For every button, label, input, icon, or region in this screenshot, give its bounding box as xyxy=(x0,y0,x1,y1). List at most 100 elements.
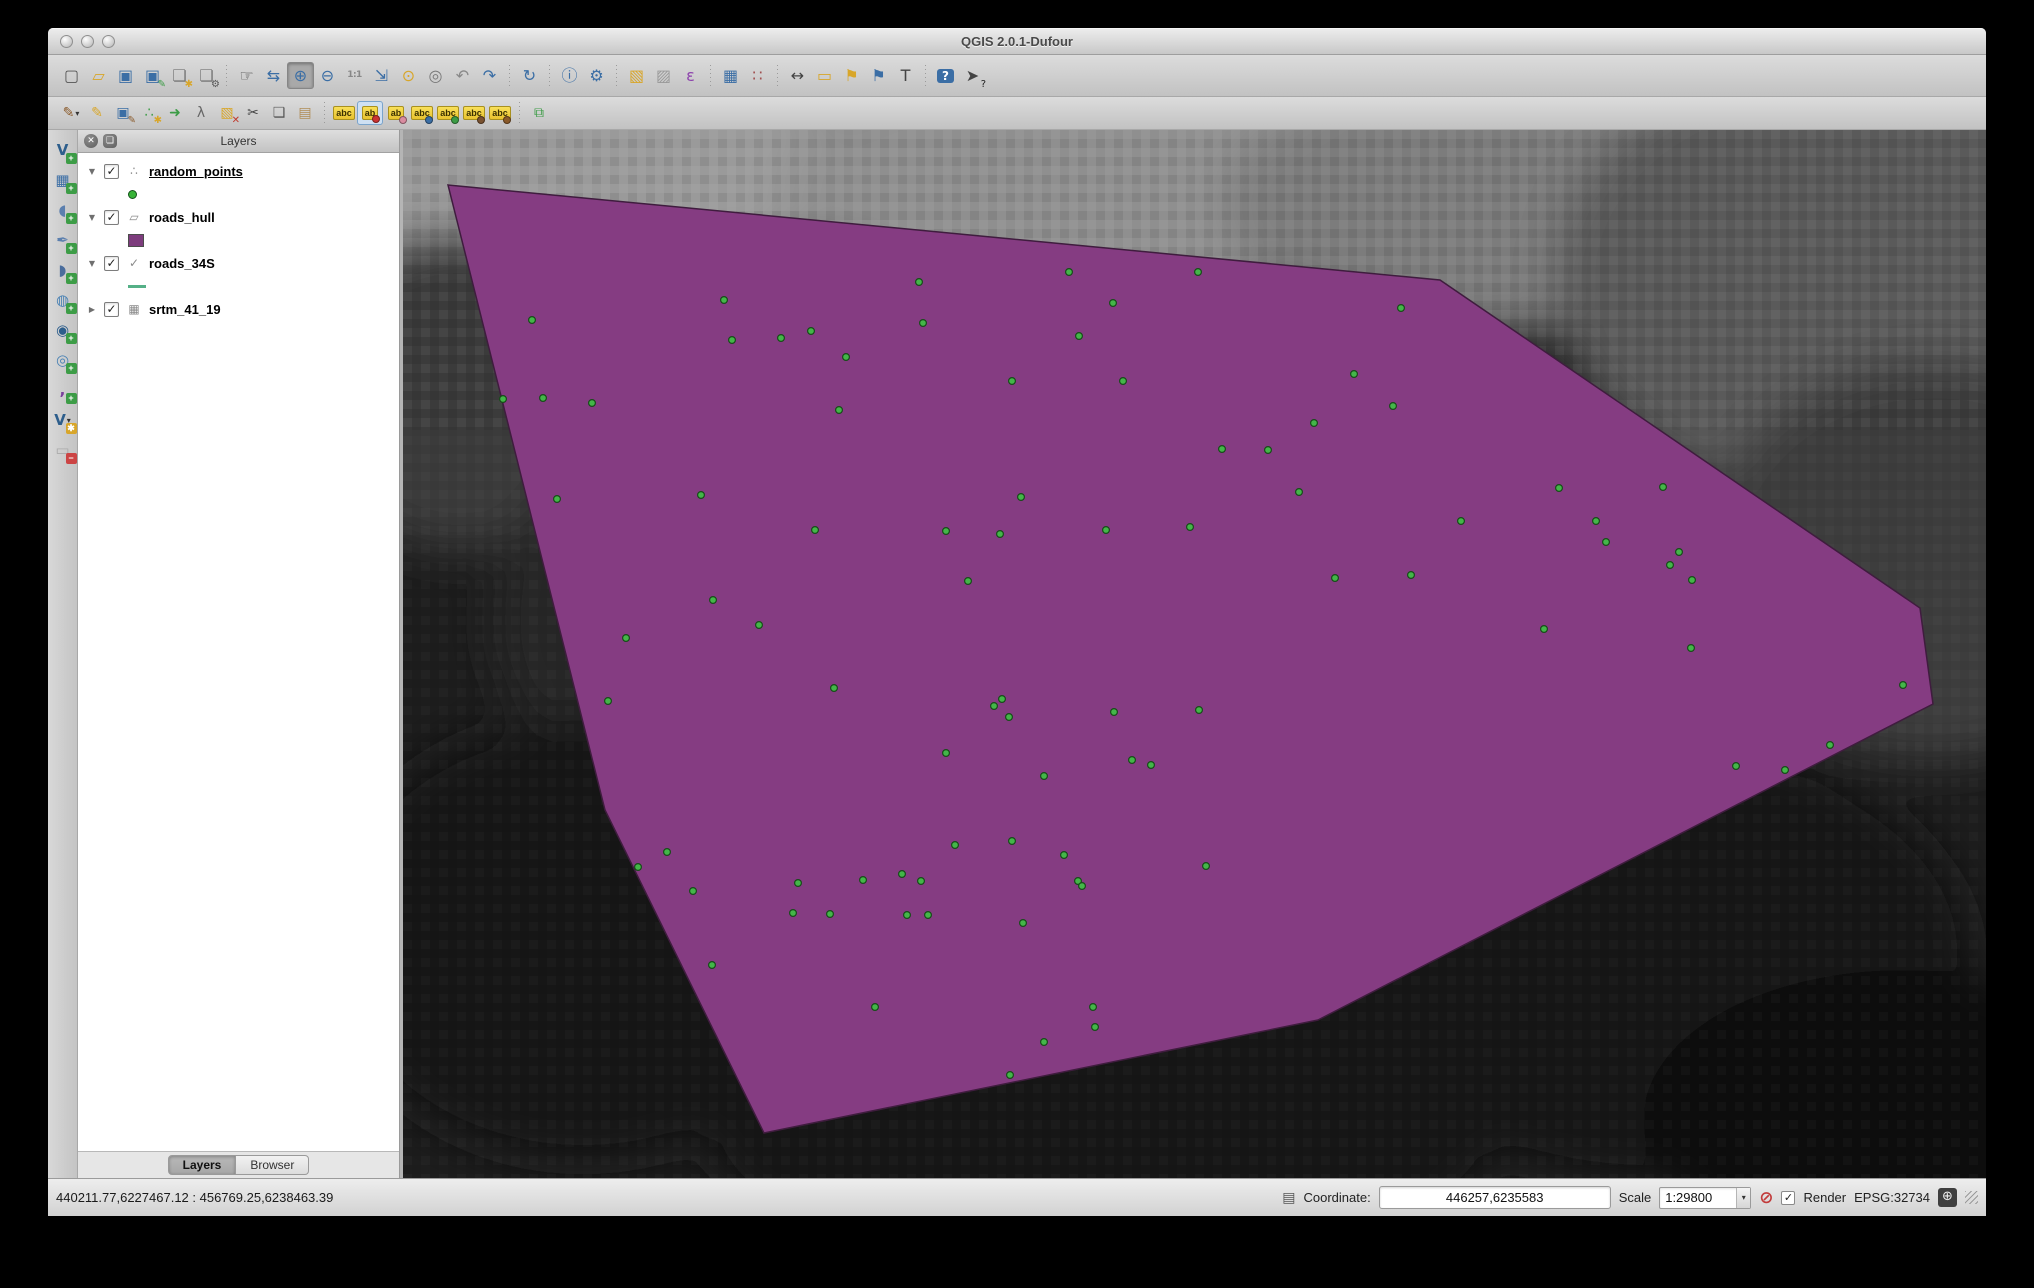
scale-combo[interactable]: 1:29800 ▾ xyxy=(1659,1187,1751,1209)
add-postgis-layer-icon[interactable]: ◖+ xyxy=(50,198,76,223)
save-project-icon[interactable]: ▣ xyxy=(112,62,139,89)
save-project-as-icon[interactable]: ▣✎ xyxy=(139,62,166,89)
delete-selected-icon[interactable]: ▧✕ xyxy=(214,101,240,125)
paste-features-icon[interactable]: ▤ xyxy=(292,101,318,125)
zoom-to-layer-icon[interactable]: ◎ xyxy=(422,62,449,89)
layers-panel-header[interactable]: ✕ ❏ Layers xyxy=(78,130,399,153)
field-calculator-icon[interactable]: ∷ xyxy=(744,62,771,89)
select-by-expression-icon[interactable]: ε xyxy=(677,62,704,89)
map-canvas[interactable] xyxy=(403,130,1986,1178)
new-composer-icon[interactable]: ❏✱ xyxy=(166,62,193,89)
zoom-last-icon[interactable]: ↶ xyxy=(449,62,476,89)
current-edits-icon[interactable]: ✎▾ xyxy=(58,101,84,125)
rotate-label-icon[interactable]: abc xyxy=(461,101,487,125)
zoom-out-icon[interactable]: ⊖ xyxy=(314,62,341,89)
zoom-native-icon[interactable]: 1:1 xyxy=(341,62,368,89)
close-panel-icon[interactable]: ✕ xyxy=(84,134,98,148)
pin-labels-icon[interactable]: ab xyxy=(357,101,383,125)
layer-row-srtm_41_19[interactable]: ▶✓▦srtm_41_19 xyxy=(78,297,399,321)
legend-symbol-fill xyxy=(128,234,144,247)
layer-label[interactable]: roads_hull xyxy=(149,210,215,225)
add-spatialite-layer-icon[interactable]: ✒+ xyxy=(50,228,76,253)
random-point xyxy=(1265,447,1272,454)
float-panel-icon[interactable]: ❏ xyxy=(103,134,117,148)
layer-row-roads_hull[interactable]: ▼✓▱roads_hull xyxy=(78,205,399,229)
add-wms-layer-icon[interactable]: ◍+ xyxy=(50,288,76,313)
extents-toggle-icon[interactable]: ▤ xyxy=(1282,1190,1295,1206)
random-point xyxy=(943,528,950,535)
zoom-next-icon[interactable]: ↷ xyxy=(476,62,503,89)
move-label-icon[interactable]: abc xyxy=(435,101,461,125)
composer-manager-icon[interactable]: ❏⚙ xyxy=(193,62,220,89)
coordinate-input[interactable] xyxy=(1379,1186,1611,1209)
new-bookmark-icon[interactable]: ⚑ xyxy=(838,62,865,89)
collapse-icon[interactable]: ▼ xyxy=(86,167,98,176)
add-wfs-layer-icon[interactable]: ◎+ xyxy=(50,348,76,373)
layer-row-random_points[interactable]: ▼✓∴random_points xyxy=(78,159,399,183)
add-vector-layer-icon[interactable]: V+ xyxy=(50,138,76,163)
text-annotation-icon[interactable]: T xyxy=(892,62,919,89)
collapse-icon[interactable]: ▼ xyxy=(86,213,98,222)
remove-layer-icon[interactable]: ▭− xyxy=(50,438,76,463)
add-raster-layer-icon[interactable]: ▦+ xyxy=(50,168,76,193)
panel-tab-layers[interactable]: Layers xyxy=(168,1155,237,1175)
refresh-map-icon[interactable]: ↻ xyxy=(516,62,543,89)
random-point xyxy=(1018,494,1025,501)
whats-this-icon[interactable]: ➤? xyxy=(959,62,986,89)
map-svg[interactable] xyxy=(403,130,1986,1178)
help-contents-icon[interactable]: ? xyxy=(932,62,959,89)
processing-plugin-icon[interactable]: ⧉ xyxy=(526,101,552,125)
show-bookmarks-icon[interactable]: ⚑ xyxy=(865,62,892,89)
highlight-pinned-labels-icon[interactable]: ab xyxy=(383,101,409,125)
save-layer-edits-icon[interactable]: ▣✎ xyxy=(110,101,136,125)
pan-map-icon[interactable]: ☞ xyxy=(233,62,260,89)
window-title: QGIS 2.0.1-Dufour xyxy=(48,29,1986,55)
show-hide-labels-icon[interactable]: abc xyxy=(409,101,435,125)
layer-row-roads_34S[interactable]: ▼✓✓roads_34S xyxy=(78,251,399,275)
zoom-to-selection-icon[interactable]: ⊙ xyxy=(395,62,422,89)
add-wcs-layer-icon[interactable]: ◉+ xyxy=(50,318,76,343)
toggle-editing-icon[interactable]: ✎ xyxy=(84,101,110,125)
zoom-in-icon[interactable]: ⊕ xyxy=(287,62,314,89)
title-bar[interactable]: QGIS 2.0.1-Dufour xyxy=(48,28,1986,55)
crs-status-icon[interactable]: ⊕ xyxy=(1938,1188,1957,1207)
measure-line-icon[interactable]: ↔ xyxy=(784,62,811,89)
map-tips-icon[interactable]: ▭ xyxy=(811,62,838,89)
panel-tab-browser[interactable]: Browser xyxy=(236,1155,309,1175)
layer-visibility-checkbox[interactable]: ✓ xyxy=(104,302,119,317)
pan-to-selection-icon[interactable]: ⇆ xyxy=(260,62,287,89)
stop-render-icon[interactable]: ⊘ xyxy=(1759,1188,1773,1208)
cut-features-icon[interactable]: ✂ xyxy=(240,101,266,125)
node-tool-icon[interactable]: λ xyxy=(188,101,214,125)
open-attribute-table-icon[interactable]: ▦ xyxy=(717,62,744,89)
change-label-icon[interactable]: abc xyxy=(487,101,513,125)
add-mssql-layer-icon[interactable]: ◗+ xyxy=(50,258,76,283)
move-feature-icon[interactable]: ➜ xyxy=(162,101,188,125)
scale-dropdown-icon[interactable]: ▾ xyxy=(1736,1188,1750,1208)
coordinate-label: Coordinate: xyxy=(1303,1190,1370,1205)
layer-label[interactable]: roads_34S xyxy=(149,256,215,271)
labeling-icon[interactable]: abc xyxy=(331,101,357,125)
layer-label[interactable]: srtm_41_19 xyxy=(149,302,221,317)
copy-features-icon[interactable]: ❏ xyxy=(266,101,292,125)
layer-label[interactable]: random_points xyxy=(149,164,243,179)
deselect-features-icon[interactable]: ▨ xyxy=(650,62,677,89)
layer-visibility-checkbox[interactable]: ✓ xyxy=(104,210,119,225)
layer-visibility-checkbox[interactable]: ✓ xyxy=(104,256,119,271)
identify-features-icon[interactable]: ⓘ xyxy=(556,62,583,89)
layer-visibility-checkbox[interactable]: ✓ xyxy=(104,164,119,179)
expand-icon[interactable]: ▶ xyxy=(86,305,98,314)
zoom-full-icon[interactable]: ⇲ xyxy=(368,62,395,89)
collapse-icon[interactable]: ▼ xyxy=(86,259,98,268)
main-toolbar: ▢▱▣▣✎❏✱❏⚙☞⇆⊕⊖1:1⇲⊙◎↶↷↻ⓘ⚙▧▨ε▦∷↔▭⚑⚑T?➤? xyxy=(48,55,1986,97)
new-project-icon[interactable]: ▢ xyxy=(58,62,85,89)
resize-grip[interactable] xyxy=(1965,1191,1978,1204)
add-feature-icon[interactable]: ∴✱ xyxy=(136,101,162,125)
run-feature-action-icon[interactable]: ⚙ xyxy=(583,62,610,89)
new-shapefile-layer-icon[interactable]: V✱▾ xyxy=(50,408,76,433)
select-features-icon[interactable]: ▧ xyxy=(623,62,650,89)
add-delimited-text-layer-icon[interactable]: ,+ xyxy=(50,378,76,403)
render-checkbox[interactable]: ✓ xyxy=(1781,1191,1795,1205)
open-project-icon[interactable]: ▱ xyxy=(85,62,112,89)
random-point xyxy=(709,962,716,969)
